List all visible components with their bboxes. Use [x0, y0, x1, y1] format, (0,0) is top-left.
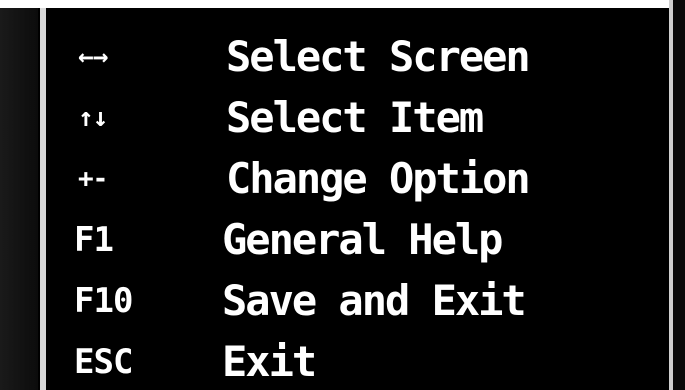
up-down-arrows-key: ↑↓	[78, 102, 108, 133]
monitor-bezel-right	[673, 0, 685, 390]
f1-key: F1	[74, 219, 114, 260]
left-right-arrows-key: ←→	[78, 41, 108, 72]
bios-screen: ←→ Select Screen ↑↓ Select Item +- Chang…	[0, 0, 685, 390]
select-screen-label: Select Screen	[226, 32, 531, 81]
help-row-save-exit: F10 Save and Exit	[74, 270, 634, 331]
help-row-select-item: ↑↓ Select Item	[74, 87, 634, 148]
select-item-label: Select Item	[226, 93, 484, 142]
help-row-change-option: +- Change Option	[74, 148, 634, 209]
monitor-bezel-top	[0, 0, 685, 8]
help-row-exit: ESC Exit	[74, 331, 634, 390]
change-option-label: Change Option	[226, 154, 531, 203]
esc-key: ESC	[74, 341, 133, 382]
help-row-general-help: F1 General Help	[74, 209, 634, 270]
monitor-bezel-left	[0, 0, 38, 390]
panel-border-left	[40, 0, 46, 390]
f10-key: F10	[74, 280, 133, 321]
help-row-select-screen: ←→ Select Screen	[74, 26, 634, 87]
plus-minus-key: +-	[78, 163, 108, 194]
general-help-label: General Help	[222, 215, 503, 264]
save-and-exit-label: Save and Exit	[222, 276, 527, 325]
exit-label: Exit	[222, 337, 317, 386]
key-help-legend: ←→ Select Screen ↑↓ Select Item +- Chang…	[74, 26, 634, 390]
